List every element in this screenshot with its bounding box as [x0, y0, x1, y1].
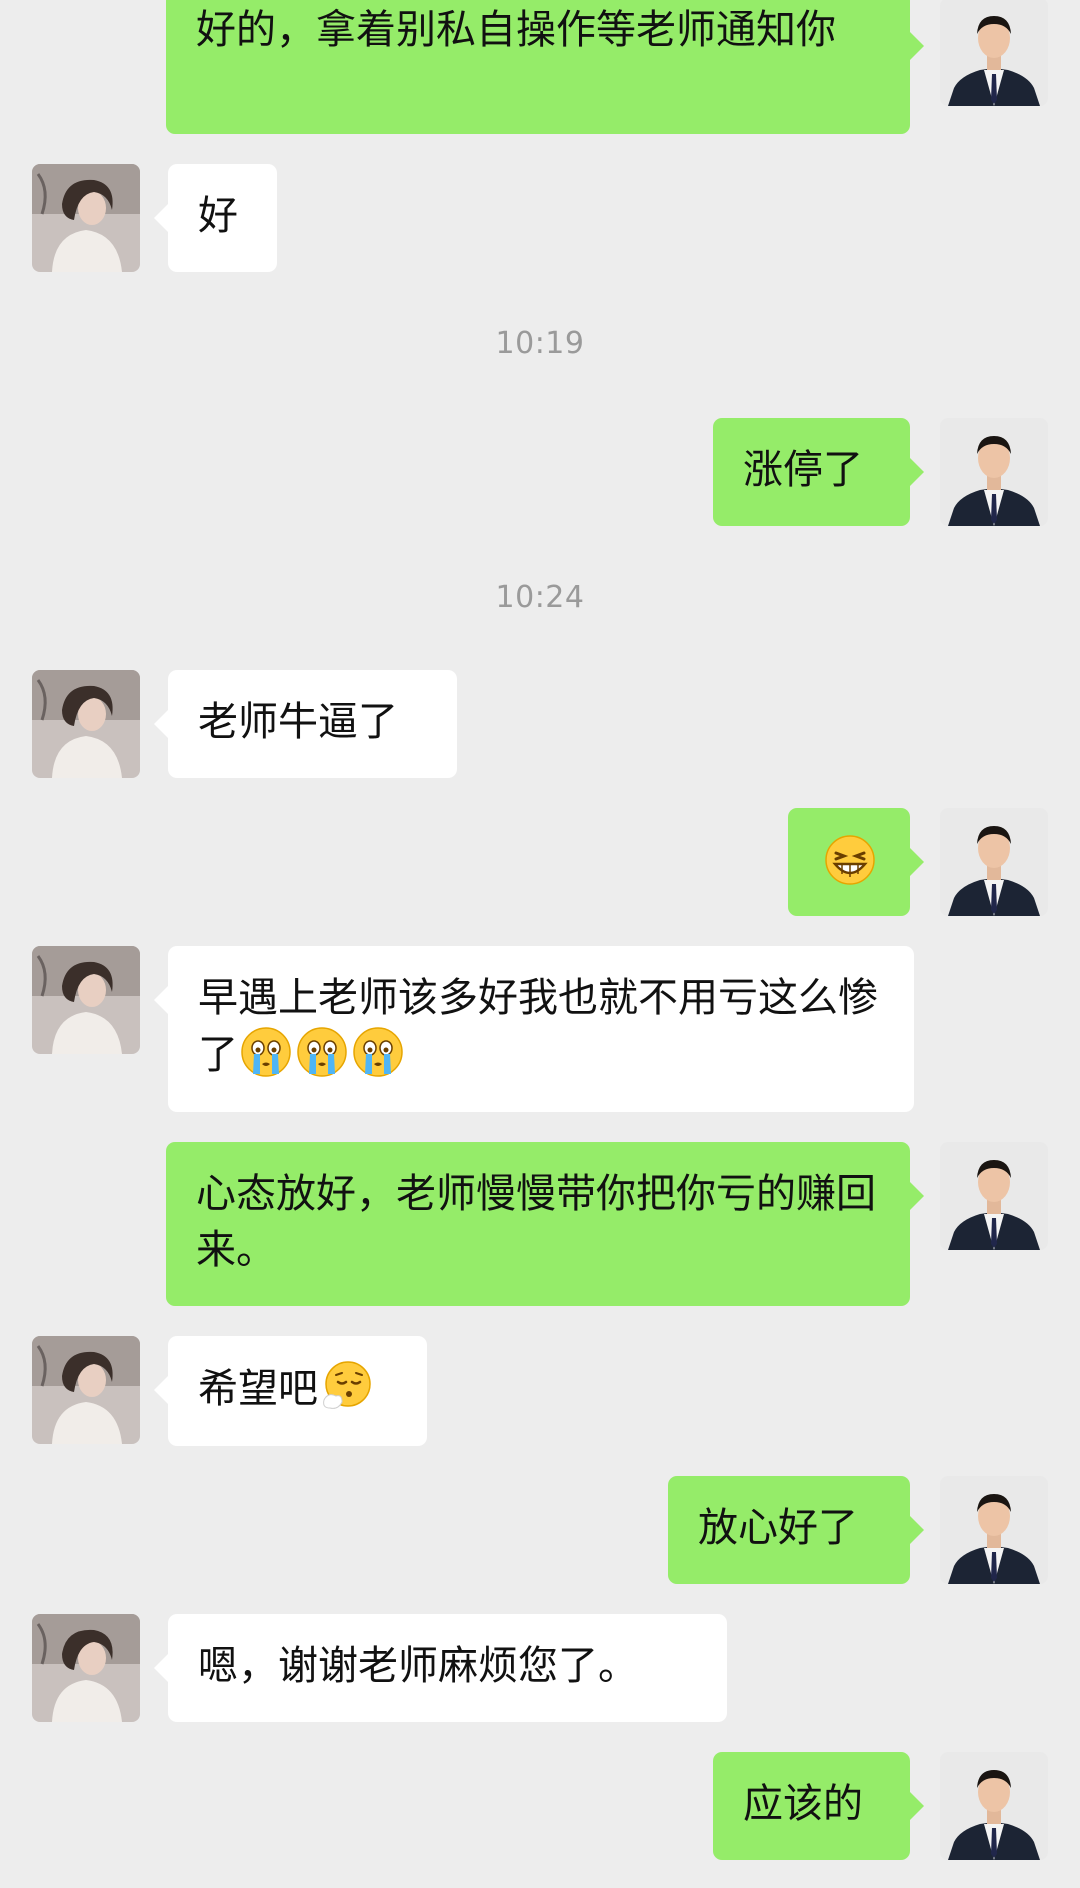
- my-avatar[interactable]: [940, 418, 1048, 526]
- contact-avatar[interactable]: [32, 670, 140, 778]
- message-bubble-outgoing[interactable]: 涨停了: [713, 418, 924, 526]
- message-text: 好: [198, 193, 238, 239]
- message-bubble-outgoing[interactable]: 好的，拿着别私自操作等老师通知你: [166, 0, 924, 134]
- message-text: 放心好了: [698, 1505, 858, 1551]
- message-text: 嗯，谢谢老师麻烦您了。: [198, 1643, 638, 1689]
- timestamp: 10:24: [495, 580, 585, 615]
- message-text: 涨停了: [743, 447, 863, 493]
- grinning-squint-face-icon: [824, 834, 876, 886]
- message-text: 心态放好，老师慢慢带你把你亏的赚回来。: [196, 1171, 876, 1273]
- message-bubble-incoming[interactable]: 好: [154, 164, 277, 272]
- contact-avatar[interactable]: [32, 1336, 140, 1444]
- message-bubble-incoming[interactable]: 希望吧: [154, 1336, 427, 1446]
- message-text: 好的，拿着别私自操作等老师通知你: [196, 7, 836, 53]
- chat-window: 好的，拿着别私自操作等老师通知你 好 10:19 涨停了 10:24 老师牛逼了…: [0, 0, 1080, 1888]
- my-avatar[interactable]: [940, 1476, 1048, 1584]
- message-bubble-outgoing[interactable]: 应该的: [713, 1752, 924, 1860]
- my-avatar[interactable]: [940, 1142, 1048, 1250]
- message-bubble-incoming[interactable]: 嗯，谢谢老师麻烦您了。: [154, 1614, 727, 1722]
- loudly-crying-face-icon: [352, 1026, 404, 1078]
- loudly-crying-face-icon: [296, 1026, 348, 1078]
- message-bubble-outgoing[interactable]: [788, 808, 924, 916]
- my-avatar[interactable]: [940, 1752, 1048, 1860]
- my-avatar[interactable]: [940, 808, 1048, 916]
- my-avatar[interactable]: [940, 0, 1048, 106]
- face-exhaling-icon: [320, 1360, 372, 1412]
- loudly-crying-face-icon: [240, 1026, 292, 1078]
- contact-avatar[interactable]: [32, 946, 140, 1054]
- message-bubble-outgoing[interactable]: 放心好了: [668, 1476, 924, 1584]
- message-bubble-outgoing[interactable]: 心态放好，老师慢慢带你把你亏的赚回来。: [166, 1142, 924, 1306]
- contact-avatar[interactable]: [32, 1614, 140, 1722]
- contact-avatar[interactable]: [32, 164, 140, 272]
- timestamp: 10:19: [495, 326, 585, 361]
- message-bubble-incoming[interactable]: 早遇上老师该多好我也就不用亏这么惨了: [154, 946, 914, 1112]
- message-text: 希望吧: [198, 1366, 318, 1412]
- message-text: 应该的: [743, 1781, 863, 1827]
- message-text: 老师牛逼了: [198, 699, 398, 745]
- message-bubble-incoming[interactable]: 老师牛逼了: [154, 670, 457, 778]
